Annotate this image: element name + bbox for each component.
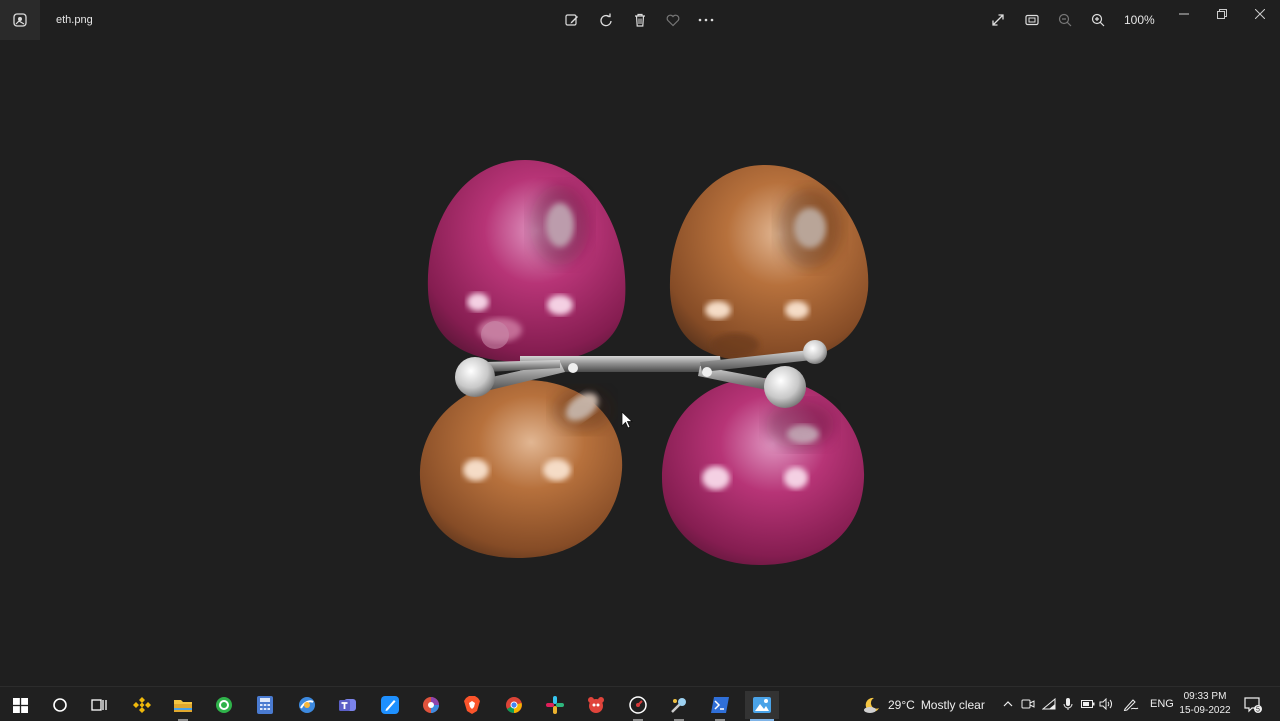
browser-app-icon[interactable] xyxy=(290,691,324,719)
microphone-icon[interactable] xyxy=(1059,695,1077,713)
windows-taskbar: 29°C Mostly clear ENG 09:33 PM 15-09-202… xyxy=(0,686,1280,721)
file-explorer-icon[interactable] xyxy=(166,691,200,721)
orbital-lobe-magenta-lower xyxy=(662,378,865,565)
restore-icon[interactable] xyxy=(1207,4,1237,24)
minimize-icon[interactable] xyxy=(1169,4,1199,24)
more-options-icon[interactable] xyxy=(695,10,717,30)
start-windows-icon[interactable] xyxy=(3,691,37,719)
rotate-icon[interactable] xyxy=(595,10,617,30)
weather-temp: 29°C xyxy=(888,698,915,712)
slack-like-icon[interactable] xyxy=(538,691,572,719)
pen-ink-icon[interactable] xyxy=(1122,695,1140,713)
orbital-lobe-orange-lower xyxy=(419,380,623,558)
task-view-icon[interactable] xyxy=(82,691,116,719)
notification-count: 5 xyxy=(1256,707,1260,714)
notification-center-icon[interactable]: 5 xyxy=(1240,693,1266,717)
photos-app-icon[interactable] xyxy=(0,0,40,40)
chrome-icon[interactable] xyxy=(497,691,531,719)
favorite-heart-icon[interactable] xyxy=(662,10,684,30)
photos-app-icon[interactable] xyxy=(745,691,779,721)
photos-window: eth.png 100% xyxy=(0,0,1280,686)
clock-time: 09:33 PM xyxy=(1183,691,1227,702)
meet-now-icon[interactable] xyxy=(1019,695,1037,713)
ethylene-orbital-image xyxy=(419,160,869,565)
battery-icon[interactable] xyxy=(1079,695,1097,713)
system-clock[interactable]: 09:33 PM 15-09-2022 xyxy=(1174,690,1236,718)
red-app-icon[interactable] xyxy=(579,691,613,719)
zoom-out-icon[interactable] xyxy=(1054,10,1076,30)
fit-to-window-icon[interactable] xyxy=(1021,10,1043,30)
file-name-title: eth.png xyxy=(56,14,93,26)
brave-browser-icon[interactable] xyxy=(455,691,489,719)
language-indicator[interactable]: ENG xyxy=(1150,698,1174,710)
orbital-lobe-orange-upper xyxy=(669,165,869,362)
close-icon[interactable] xyxy=(1245,4,1275,24)
calculator-icon[interactable] xyxy=(248,691,282,719)
wifi-icon[interactable] xyxy=(1040,695,1058,713)
colorful-app-icon[interactable] xyxy=(414,691,448,719)
tool-app-icon[interactable] xyxy=(662,691,696,721)
mouse-cursor-icon xyxy=(621,411,634,429)
notes-app-icon[interactable] xyxy=(373,691,407,719)
zoom-in-icon[interactable] xyxy=(1087,10,1109,30)
zoom-level[interactable]: 100% xyxy=(1124,13,1155,27)
binance-app-icon[interactable] xyxy=(125,691,159,719)
edit-image-icon[interactable] xyxy=(561,10,583,30)
weather-condition: Mostly clear xyxy=(920,698,985,712)
powershell-icon[interactable] xyxy=(703,691,737,721)
title-bar: eth.png 100% xyxy=(0,0,1280,40)
image-viewer-canvas[interactable] xyxy=(0,40,1280,686)
delete-icon[interactable] xyxy=(629,10,651,30)
chevron-up-icon[interactable] xyxy=(999,695,1017,713)
volume-icon[interactable] xyxy=(1097,695,1115,713)
weather-widget[interactable]: 29°C Mostly clear xyxy=(862,691,985,719)
orbital-lobe-magenta-upper xyxy=(427,160,626,362)
dial-app-icon[interactable] xyxy=(621,691,655,721)
clock-date: 15-09-2022 xyxy=(1179,705,1231,716)
teams-icon[interactable] xyxy=(331,691,365,719)
moon-cloud-icon xyxy=(864,697,879,713)
green-app-icon[interactable] xyxy=(207,691,241,719)
fullscreen-expand-icon[interactable] xyxy=(987,10,1009,30)
search-circle-icon[interactable] xyxy=(43,691,77,719)
